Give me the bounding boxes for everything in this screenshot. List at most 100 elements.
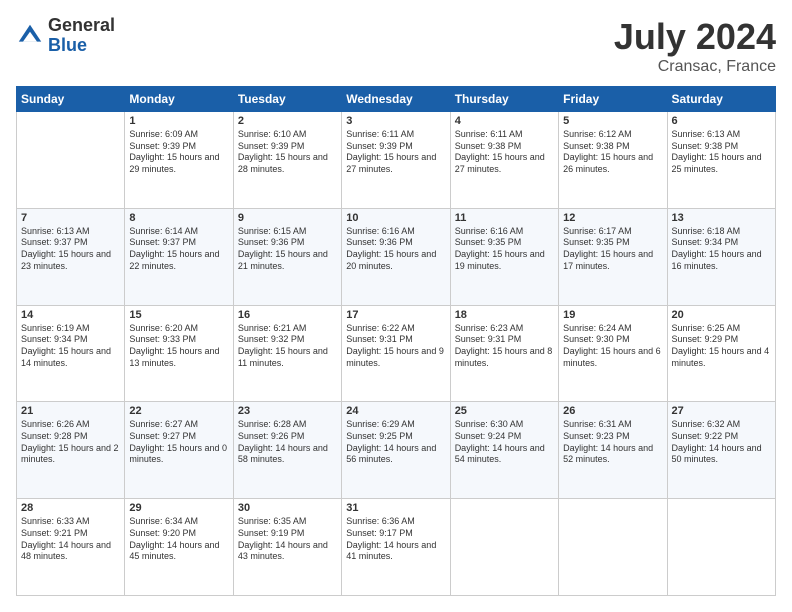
calendar-cell: 4 Sunrise: 6:11 AM Sunset: 9:38 PM Daylig… [450,112,558,209]
day-info: Sunrise: 6:27 AM Sunset: 9:27 PM Dayligh… [129,419,228,466]
calendar-cell: 21 Sunrise: 6:26 AM Sunset: 9:28 PM Dayli… [17,402,125,499]
day-number: 31 [346,502,445,514]
week-row-4: 21 Sunrise: 6:26 AM Sunset: 9:28 PM Dayli… [17,402,776,499]
day-info: Sunrise: 6:21 AM Sunset: 9:32 PM Dayligh… [238,323,337,370]
day-number: 12 [563,212,662,224]
day-info: Sunrise: 6:22 AM Sunset: 9:31 PM Dayligh… [346,323,445,370]
logo: General Blue [16,16,115,56]
calendar-cell [559,499,667,596]
day-info: Sunrise: 6:24 AM Sunset: 9:30 PM Dayligh… [563,323,662,370]
day-info: Sunrise: 6:13 AM Sunset: 9:37 PM Dayligh… [21,226,120,273]
weekday-wednesday: Wednesday [342,87,450,112]
day-info: Sunrise: 6:33 AM Sunset: 9:21 PM Dayligh… [21,516,120,563]
day-info: Sunrise: 6:20 AM Sunset: 9:33 PM Dayligh… [129,323,228,370]
calendar-cell: 26 Sunrise: 6:31 AM Sunset: 9:23 PM Dayli… [559,402,667,499]
day-info: Sunrise: 6:15 AM Sunset: 9:36 PM Dayligh… [238,226,337,273]
calendar-cell: 22 Sunrise: 6:27 AM Sunset: 9:27 PM Dayli… [125,402,233,499]
calendar-cell [450,499,558,596]
calendar-cell: 29 Sunrise: 6:34 AM Sunset: 9:20 PM Dayli… [125,499,233,596]
day-number: 30 [238,502,337,514]
calendar-cell: 19 Sunrise: 6:24 AM Sunset: 9:30 PM Dayli… [559,305,667,402]
day-info: Sunrise: 6:11 AM Sunset: 9:38 PM Dayligh… [455,129,554,176]
day-number: 19 [563,309,662,321]
calendar-cell: 16 Sunrise: 6:21 AM Sunset: 9:32 PM Dayli… [233,305,341,402]
day-info: Sunrise: 6:17 AM Sunset: 9:35 PM Dayligh… [563,226,662,273]
weekday-sunday: Sunday [17,87,125,112]
title-block: July 2024 Cransac, France [614,16,776,76]
weekday-saturday: Saturday [667,87,775,112]
day-info: Sunrise: 6:31 AM Sunset: 9:23 PM Dayligh… [563,419,662,466]
page: General Blue July 2024 Cransac, France S… [0,0,792,612]
day-number: 2 [238,115,337,127]
day-info: Sunrise: 6:23 AM Sunset: 9:31 PM Dayligh… [455,323,554,370]
day-info: Sunrise: 6:18 AM Sunset: 9:34 PM Dayligh… [672,226,771,273]
day-info: Sunrise: 6:26 AM Sunset: 9:28 PM Dayligh… [21,419,120,466]
day-number: 6 [672,115,771,127]
day-number: 1 [129,115,228,127]
day-info: Sunrise: 6:19 AM Sunset: 9:34 PM Dayligh… [21,323,120,370]
logo-text: General Blue [48,16,115,56]
calendar-cell: 27Sunrise: 6:32 AM Sunset: 9:22 PM Dayli… [667,402,775,499]
day-info: Sunrise: 6:16 AM Sunset: 9:35 PM Dayligh… [455,226,554,273]
day-info: Sunrise: 6:35 AM Sunset: 9:19 PM Dayligh… [238,516,337,563]
day-number: 21 [21,405,120,417]
calendar-cell: 25Sunrise: 6:30 AM Sunset: 9:24 PM Dayli… [450,402,558,499]
calendar-cell [667,499,775,596]
calendar-cell: 15Sunrise: 6:20 AM Sunset: 9:33 PM Dayli… [125,305,233,402]
location: Cransac, France [614,58,776,76]
calendar-cell: 11 Sunrise: 6:16 AM Sunset: 9:35 PM Dayli… [450,208,558,305]
weekday-monday: Monday [125,87,233,112]
week-row-2: 7Sunrise: 6:13 AM Sunset: 9:37 PM Daylig… [17,208,776,305]
day-number: 11 [455,212,554,224]
calendar-cell: 28 Sunrise: 6:33 AM Sunset: 9:21 PM Dayli… [17,499,125,596]
calendar-cell: 30 Sunrise: 6:35 AM Sunset: 9:19 PM Dayli… [233,499,341,596]
weekday-friday: Friday [559,87,667,112]
calendar-cell: 13 Sunrise: 6:18 AM Sunset: 9:34 PM Dayli… [667,208,775,305]
calendar-cell: 8 Sunrise: 6:14 AM Sunset: 9:37 PM Daylig… [125,208,233,305]
weekday-header-row: SundayMondayTuesdayWednesdayThursdayFrid… [17,87,776,112]
day-number: 9 [238,212,337,224]
day-number: 29 [129,502,228,514]
day-number: 18 [455,309,554,321]
day-number: 13 [672,212,771,224]
calendar-cell: 2Sunrise: 6:10 AM Sunset: 9:39 PM Daylig… [233,112,341,209]
day-number: 5 [563,115,662,127]
day-info: Sunrise: 6:16 AM Sunset: 9:36 PM Dayligh… [346,226,445,273]
day-number: 23 [238,405,337,417]
calendar-cell: 7Sunrise: 6:13 AM Sunset: 9:37 PM Daylig… [17,208,125,305]
calendar-cell: 14 Sunrise: 6:19 AM Sunset: 9:34 PM Dayli… [17,305,125,402]
weekday-tuesday: Tuesday [233,87,341,112]
day-info: Sunrise: 6:34 AM Sunset: 9:20 PM Dayligh… [129,516,228,563]
calendar-cell: 6 Sunrise: 6:13 AM Sunset: 9:38 PM Daylig… [667,112,775,209]
day-number: 3 [346,115,445,127]
calendar-cell: 31 Sunrise: 6:36 AM Sunset: 9:17 PM Dayli… [342,499,450,596]
day-number: 14 [21,309,120,321]
day-number: 4 [455,115,554,127]
day-number: 8 [129,212,228,224]
day-info: Sunrise: 6:36 AM Sunset: 9:17 PM Dayligh… [346,516,445,563]
calendar-cell: 5 Sunrise: 6:12 AM Sunset: 9:38 PM Daylig… [559,112,667,209]
calendar-cell: 9 Sunrise: 6:15 AM Sunset: 9:36 PM Daylig… [233,208,341,305]
week-row-5: 28 Sunrise: 6:33 AM Sunset: 9:21 PM Dayli… [17,499,776,596]
day-info: Sunrise: 6:09 AM Sunset: 9:39 PM Dayligh… [129,129,228,176]
week-row-1: 1 Sunrise: 6:09 AM Sunset: 9:39 PM Daylig… [17,112,776,209]
logo-blue: Blue [48,36,115,56]
day-number: 16 [238,309,337,321]
day-info: Sunrise: 6:12 AM Sunset: 9:38 PM Dayligh… [563,129,662,176]
calendar-cell: 1 Sunrise: 6:09 AM Sunset: 9:39 PM Daylig… [125,112,233,209]
logo-general: General [48,16,115,36]
calendar-cell: 23Sunrise: 6:28 AM Sunset: 9:26 PM Dayli… [233,402,341,499]
day-number: 26 [563,405,662,417]
day-number: 17 [346,309,445,321]
day-number: 28 [21,502,120,514]
day-number: 27 [672,405,771,417]
calendar-cell: 3Sunrise: 6:11 AM Sunset: 9:39 PM Daylig… [342,112,450,209]
day-number: 20 [672,309,771,321]
day-info: Sunrise: 6:14 AM Sunset: 9:37 PM Dayligh… [129,226,228,273]
calendar-cell: 12 Sunrise: 6:17 AM Sunset: 9:35 PM Dayli… [559,208,667,305]
weekday-thursday: Thursday [450,87,558,112]
logo-icon [16,22,44,50]
day-number: 22 [129,405,228,417]
calendar-cell [17,112,125,209]
day-info: Sunrise: 6:13 AM Sunset: 9:38 PM Dayligh… [672,129,771,176]
